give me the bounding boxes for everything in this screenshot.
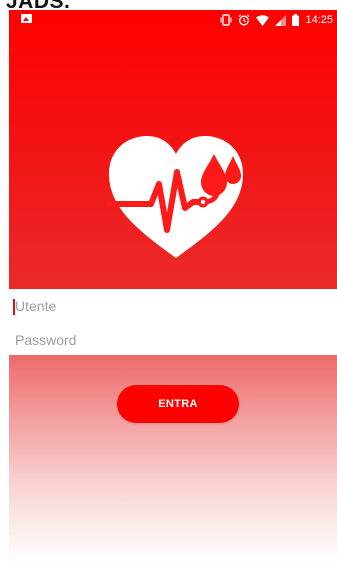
wifi-icon bbox=[256, 14, 270, 26]
status-time: 14:25 bbox=[305, 14, 333, 26]
status-icons: 14:25 bbox=[220, 13, 333, 27]
gallery-icon bbox=[21, 14, 32, 23]
status-bar: 14:25 bbox=[9, 10, 337, 32]
bottom-panel: ENTRA bbox=[9, 355, 337, 563]
signal-icon bbox=[275, 14, 287, 26]
login-form bbox=[9, 289, 337, 357]
hero-banner: 14:25 bbox=[9, 10, 337, 289]
heart-blood-drop-icon bbox=[106, 134, 245, 262]
text-cursor bbox=[13, 299, 15, 315]
password-input[interactable] bbox=[9, 323, 315, 357]
password-field-wrapper bbox=[9, 323, 337, 357]
username-field-wrapper bbox=[9, 289, 337, 323]
battery-icon bbox=[292, 14, 300, 26]
vibrate-icon bbox=[220, 14, 233, 26]
login-button[interactable]: ENTRA bbox=[117, 385, 239, 423]
username-input[interactable] bbox=[9, 289, 315, 323]
alarm-icon bbox=[238, 14, 250, 26]
